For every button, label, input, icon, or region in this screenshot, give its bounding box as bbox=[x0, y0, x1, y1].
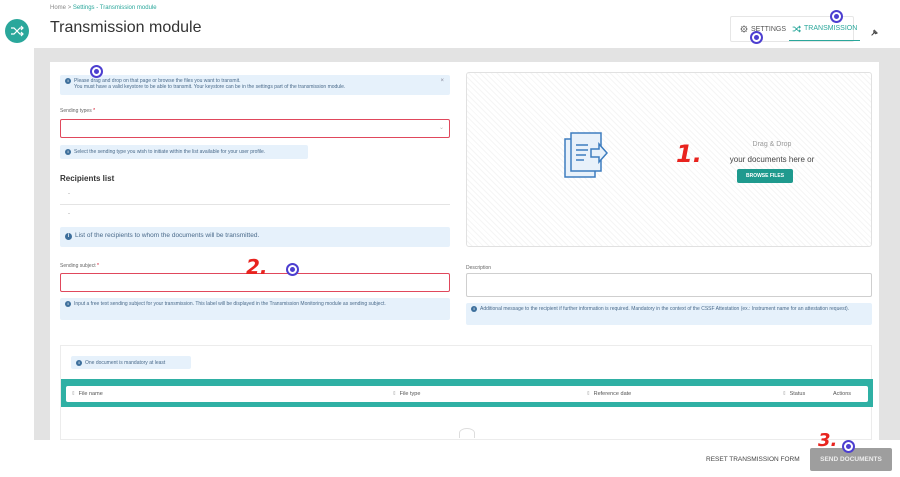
breadcrumb-separator: > bbox=[67, 5, 72, 11]
sending-types-help-text: Select the sending type you wish to init… bbox=[74, 149, 266, 155]
description-help: i Additional message to the recipient if… bbox=[466, 303, 872, 325]
info-icon: i bbox=[65, 149, 71, 155]
sending-subject-label-text: Sending subject bbox=[60, 263, 96, 269]
sending-types-select[interactable]: ⌄ bbox=[60, 119, 450, 138]
sort-icon: ⇕ bbox=[392, 391, 397, 397]
annotation-step-3: 3. bbox=[818, 430, 838, 451]
sending-subject-label: Sending subject * bbox=[60, 263, 99, 269]
documents-transfer-icon bbox=[564, 132, 609, 178]
description-label: Description bbox=[466, 265, 492, 271]
column-reference-date[interactable]: ⇕ Reference date bbox=[586, 391, 631, 397]
banner-line-2: You must have a valid keystore to be abl… bbox=[74, 84, 346, 90]
recipient-item: - bbox=[68, 211, 70, 217]
drop-zone[interactable]: Drag & Drop your documents here or BROWS… bbox=[466, 72, 872, 247]
annotation-marker bbox=[830, 10, 843, 23]
info-icon: i bbox=[65, 78, 71, 84]
breadcrumb-current: Settings - Transmission module bbox=[72, 5, 157, 11]
column-status[interactable]: ⇕ Status bbox=[782, 391, 805, 397]
annotation-step-2: 2. bbox=[246, 255, 268, 279]
mandatory-document-note-text: One document is mandatory at least bbox=[85, 360, 166, 366]
column-actions-label: Actions bbox=[833, 391, 852, 397]
info-icon: i bbox=[65, 301, 71, 307]
column-reference-date-label: Reference date bbox=[593, 391, 632, 397]
documents-panel: i One document is mandatory at least ⇕ Fi… bbox=[60, 345, 873, 440]
breadcrumb: Home > Settings - Transmission module bbox=[50, 5, 157, 11]
workspace: i Please drag and drop on that page or b… bbox=[34, 48, 900, 440]
breadcrumb-home[interactable]: Home bbox=[50, 5, 66, 11]
required-marker: * bbox=[96, 263, 99, 269]
transmission-form: i Please drag and drop on that page or b… bbox=[50, 62, 879, 440]
app-logo-shuffle-icon[interactable] bbox=[5, 19, 29, 43]
recipients-help-text: List of the recipients to whom the docum… bbox=[75, 232, 260, 239]
divider bbox=[60, 204, 450, 205]
left-rail bbox=[0, 0, 34, 477]
dropzone-info-banner: i Please drag and drop on that page or b… bbox=[60, 75, 450, 95]
sending-types-label: Sending types * bbox=[60, 108, 95, 114]
annotation-marker bbox=[842, 440, 855, 453]
column-file-type-label: File type bbox=[399, 391, 421, 397]
mandatory-document-note: i One document is mandatory at least bbox=[71, 356, 191, 369]
tab-transmission-label: TRANSMISSION bbox=[804, 25, 858, 32]
sending-types-help: i Select the sending type you wish to in… bbox=[60, 145, 308, 159]
pin-icon[interactable] bbox=[870, 24, 879, 42]
description-textarea[interactable] bbox=[466, 273, 872, 297]
column-status-label: Status bbox=[789, 391, 806, 397]
column-actions: Actions bbox=[833, 391, 851, 397]
sending-subject-help: i Input a free text sending subject for … bbox=[60, 298, 450, 320]
required-marker: * bbox=[93, 108, 96, 114]
annotation-marker bbox=[90, 65, 103, 78]
empty-table-icon bbox=[459, 428, 475, 438]
column-file-type[interactable]: ⇕ File type bbox=[392, 391, 420, 397]
dropzone-subtitle: your documents here or bbox=[729, 155, 815, 164]
recipients-title: Recipients list bbox=[60, 174, 115, 183]
page-header: Home > Settings - Transmission module Tr… bbox=[34, 0, 900, 48]
browse-files-button[interactable]: BROWSE FILES bbox=[737, 169, 793, 183]
sending-types-label-text: Sending types bbox=[60, 108, 92, 114]
chevron-down-icon: ⌄ bbox=[438, 125, 444, 131]
annotation-step-1: 1. bbox=[676, 140, 702, 168]
recipients-help: i List of the recipients to whom the doc… bbox=[60, 227, 450, 247]
column-file-name-label: File name bbox=[78, 391, 103, 397]
annotation-marker bbox=[750, 31, 763, 44]
sort-icon: ⇕ bbox=[71, 391, 76, 397]
close-icon[interactable]: × bbox=[440, 78, 444, 84]
tab-transmission[interactable]: TRANSMISSION bbox=[789, 17, 861, 41]
recipient-item: - bbox=[68, 191, 70, 197]
gear-icon bbox=[740, 25, 748, 33]
action-bar: RESET TRANSMISSION FORM SEND DOCUMENTS bbox=[0, 440, 900, 477]
page-title: Transmission module bbox=[50, 19, 202, 36]
sort-icon: ⇕ bbox=[782, 391, 787, 397]
dropzone-title: Drag & Drop bbox=[752, 141, 792, 148]
tab-settings[interactable]: SETTINGS bbox=[737, 17, 789, 41]
reset-transmission-form-button[interactable]: RESET TRANSMISSION FORM bbox=[706, 456, 800, 463]
info-icon: i bbox=[471, 306, 477, 312]
info-icon: i bbox=[76, 360, 82, 366]
sending-subject-help-text: Input a free text sending subject for yo… bbox=[74, 301, 386, 307]
column-file-name[interactable]: ⇕ File name bbox=[71, 391, 103, 397]
info-icon: i bbox=[65, 233, 72, 240]
description-help-text: Additional message to the recipient if f… bbox=[480, 306, 850, 312]
documents-table-header: ⇕ File name ⇕ File type ⇕ Reference date ⇕ S… bbox=[66, 386, 868, 402]
annotation-marker bbox=[286, 263, 299, 276]
sort-icon: ⇕ bbox=[586, 391, 591, 397]
shuffle-icon bbox=[792, 24, 801, 33]
